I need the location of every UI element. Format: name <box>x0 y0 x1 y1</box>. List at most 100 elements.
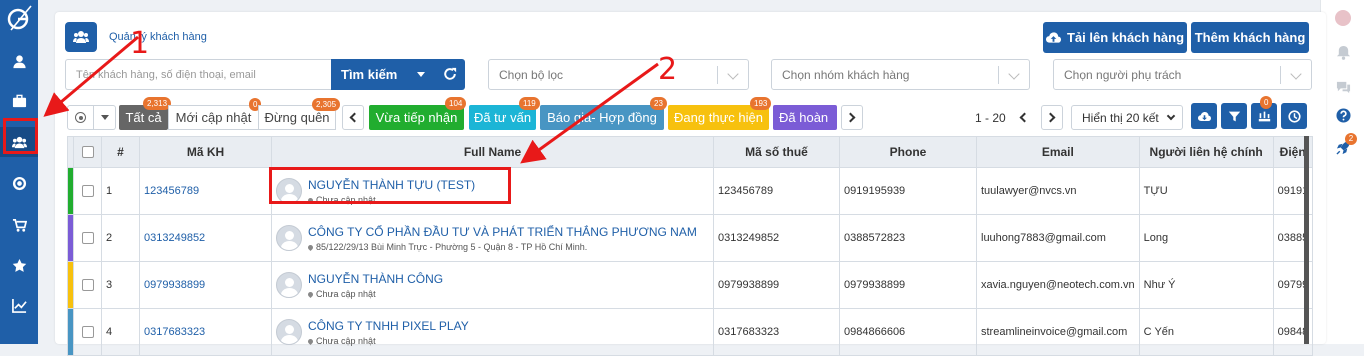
bell-icon <box>1336 45 1350 60</box>
row-checkbox[interactable] <box>81 185 94 197</box>
tab-all[interactable]: Tất cả 2,313 <box>119 97 172 130</box>
users-icon <box>73 31 89 43</box>
next-page-button[interactable] <box>1041 105 1063 130</box>
filter-select[interactable]: Chọn bộ lọc <box>488 59 749 90</box>
customer-group-select[interactable]: Chọn nhóm khách hàng <box>771 59 1030 90</box>
app-logo-icon[interactable] <box>5 4 33 32</box>
table-row[interactable]: 1 123456789 NGUYỄN THÀNH TỰU (TEST) Chưa cậ… <box>67 167 1314 215</box>
add-customer-button[interactable]: Thêm khách hàng <box>1191 22 1309 53</box>
map-marker-icon <box>306 290 315 298</box>
help-button[interactable] <box>1321 103 1364 127</box>
column-header[interactable]: Email <box>976 136 1140 168</box>
search-button-label: Tìm kiếm <box>341 67 398 82</box>
row-checkbox[interactable] <box>81 279 94 291</box>
tab-just-received[interactable]: Vừa tiếp nhận 104 <box>369 97 467 130</box>
phone: 0984866606 <box>839 308 977 356</box>
customers-title-icon-box[interactable] <box>65 22 97 52</box>
tab-label: Mới cập nhật <box>175 110 252 125</box>
customer-code-link[interactable]: 123456789 <box>139 167 272 215</box>
add-customer-label: Thêm khách hàng <box>1194 30 1306 45</box>
per-page-select[interactable]: Hiển thị 20 kết <box>1071 105 1183 130</box>
column-header[interactable]: Full Name <box>271 136 714 168</box>
chevron-right-icon <box>1045 112 1056 123</box>
main-contact: TỰU <box>1138 167 1274 215</box>
tab-completed[interactable]: Đã hoàn <box>773 105 837 130</box>
sort-button[interactable]: 0 <box>1251 96 1277 129</box>
tab-recently-updated[interactable]: Mới cập nhật 0 <box>168 98 262 130</box>
upload-customers-button[interactable]: Tải lên khách hàng <box>1043 22 1187 53</box>
left-sidebar <box>0 0 38 344</box>
history-button[interactable] <box>1281 103 1307 129</box>
column-header[interactable]: Mã KH <box>139 136 272 168</box>
chat-button[interactable] <box>1321 74 1364 98</box>
sidebar-item-target[interactable] <box>0 168 38 198</box>
cloud-download-button[interactable] <box>1191 103 1217 129</box>
column-header[interactable]: # <box>101 136 140 168</box>
tab-label: Báo giá- Hợp đồng <box>547 110 657 125</box>
sidebar-item-profile[interactable] <box>0 46 38 76</box>
owner-select[interactable]: Chọn người phụ trách <box>1053 59 1312 90</box>
annotation-number: 1 <box>130 26 150 61</box>
sidebar-item-cart[interactable] <box>0 210 38 240</box>
row-checkbox[interactable] <box>81 326 94 338</box>
customer-code-link[interactable]: 0313249852 <box>139 214 272 262</box>
customer-address-text: Chưa cập nhật <box>316 335 376 346</box>
column-header[interactable]: Mã số thuế <box>713 136 840 168</box>
customer-name-link[interactable]: NGUYỄN THÀNH CÔNG <box>308 272 443 286</box>
notification-button[interactable] <box>1321 40 1364 64</box>
tab-label: Đừng quên <box>264 110 330 125</box>
refresh-icon[interactable] <box>443 67 457 81</box>
row-checkbox-cell <box>73 261 102 309</box>
search-dropdown-caret-icon[interactable] <box>417 72 425 77</box>
radio-icon <box>75 112 86 123</box>
release-notes-button[interactable]: 2 <box>1321 133 1364 159</box>
filter-select-value: Chọn bộ lọc <box>499 67 564 82</box>
sidebar-item-reports[interactable] <box>0 290 38 320</box>
tab-label: Đã hoàn <box>779 110 829 125</box>
row-checkbox-cell <box>73 214 102 262</box>
tabs-scroll-right-button[interactable] <box>841 105 863 130</box>
tabs-scroll-left-button[interactable] <box>342 105 364 130</box>
row-checkbox[interactable] <box>81 232 94 244</box>
customer-code-link[interactable]: 0979938899 <box>139 261 272 309</box>
search-input[interactable]: Tên khách hàng, số điện thoại, email <box>65 59 331 90</box>
owner-select-value: Chọn người phụ trách <box>1064 67 1182 82</box>
annotation-highlight-sidebar <box>3 118 38 154</box>
horizontal-scroll-indicator[interactable] <box>1304 136 1309 344</box>
view-mode-toggle[interactable] <box>67 105 94 130</box>
table-row[interactable]: 2 0313249852 CÔNG TY CỔ PHẦN ĐẦU TƯ VÀ PHÁ… <box>67 214 1314 262</box>
user-avatar[interactable] <box>1321 6 1364 30</box>
customer-name-cell: CÔNG TY TNHH PIXEL PLAY Chưa cập nhật <box>271 308 714 356</box>
status-color-bar <box>68 262 73 308</box>
view-mode-dropdown[interactable] <box>94 105 116 130</box>
sidebar-item-favorites[interactable] <box>0 250 38 280</box>
question-circle-icon <box>1335 107 1351 123</box>
table-row[interactable]: 3 0979938899 NGUYỄN THÀNH CÔNG Chưa cập nhậ… <box>67 261 1314 309</box>
search-button[interactable]: Tìm kiếm <box>331 59 465 90</box>
tab-count-badge: 2,313 <box>143 97 172 110</box>
clock-icon <box>1287 109 1301 123</box>
filter-button[interactable] <box>1221 103 1247 129</box>
avatar <box>276 272 302 298</box>
customer-name-link[interactable]: CÔNG TY TNHH PIXEL PLAY <box>308 319 469 333</box>
tab-in-progress[interactable]: Đang thực hiện 193 <box>668 97 772 130</box>
status-color-bar <box>68 168 73 214</box>
chevron-down-icon <box>727 68 739 80</box>
tab-consulted[interactable]: Đã tư vấn 119 <box>469 97 540 130</box>
tab-quote-contract[interactable]: Báo giá- Hợp đồng 23 <box>540 97 667 130</box>
column-header[interactable]: Phone <box>839 136 977 168</box>
caret-down-icon <box>100 115 109 120</box>
sort-icon <box>1258 111 1270 121</box>
select-all-checkbox[interactable] <box>81 146 94 158</box>
sidebar-item-work[interactable] <box>0 86 38 116</box>
customer-code-link[interactable]: 0317683323 <box>139 308 272 356</box>
table-row[interactable]: 4 0317683323 CÔNG TY TNHH PIXEL PLAY Chưa c… <box>67 308 1314 356</box>
briefcase-icon <box>12 94 26 107</box>
email: tuulawyer@nvcs.vn <box>976 167 1140 215</box>
customer-name-link[interactable]: CÔNG TY CỔ PHẦN ĐẦU TƯ VÀ PHÁT TRIỂN THẮ… <box>308 225 697 239</box>
column-header[interactable]: Người liên hệ chính <box>1138 136 1274 168</box>
upload-customers-label: Tải lên khách hàng <box>1066 30 1185 45</box>
prev-page-button[interactable] <box>1012 105 1034 130</box>
tab-dont-forget[interactable]: Đừng quên 2,305 <box>258 98 341 130</box>
row-number: 3 <box>101 261 140 309</box>
